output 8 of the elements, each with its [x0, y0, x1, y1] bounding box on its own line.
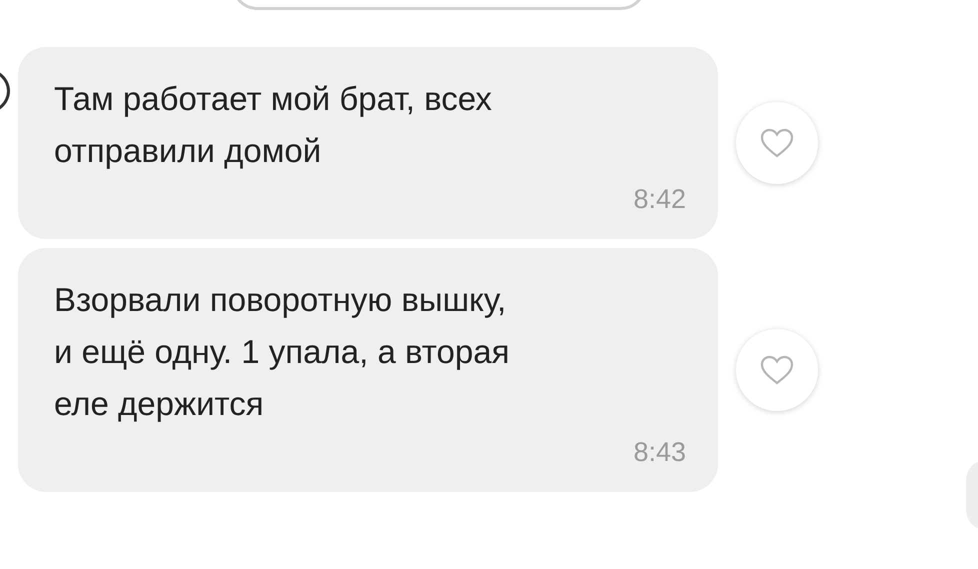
like-button[interactable] — [736, 102, 818, 184]
heart-icon — [760, 128, 794, 158]
like-button[interactable] — [736, 329, 818, 411]
message-time: 8:43 — [632, 436, 686, 469]
message-text: Взорвали поворотную вышку, и ещё одну. 1 упала, а вторая еле держится — [54, 280, 510, 424]
message-time: 8:42 — [632, 183, 686, 216]
heart-icon — [760, 355, 794, 385]
message-text: Там работает мой брат, всех отправили домой — [54, 79, 493, 171]
